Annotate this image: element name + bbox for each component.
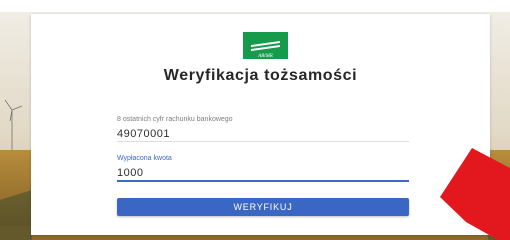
arimr-logo-icon: ARiMR	[243, 32, 288, 59]
amount-input[interactable]	[117, 166, 409, 182]
verification-card: ARiMR Weryfikacja tożsamości 8 ostatnich…	[31, 14, 490, 235]
account-number-label: 8 ostatnich cyfr rachunku bankowego	[117, 116, 233, 123]
amount-label: Wypłacona kwota	[117, 155, 172, 162]
page-title: Weryfikacja tożsamości	[163, 67, 358, 84]
account-number-input[interactable]	[117, 127, 409, 142]
logo-text: ARiMR	[257, 54, 273, 59]
verify-button[interactable]: WERYFIKUJ	[117, 198, 409, 216]
amount-field: Wypłacona kwota	[117, 154, 409, 182]
account-number-field: 8 ostatnich cyfr rachunku bankowego	[117, 115, 409, 145]
red-arrow-icon	[440, 148, 510, 240]
page: ARiMR Weryfikacja tożsamości 8 ostatnich…	[0, 0, 510, 240]
